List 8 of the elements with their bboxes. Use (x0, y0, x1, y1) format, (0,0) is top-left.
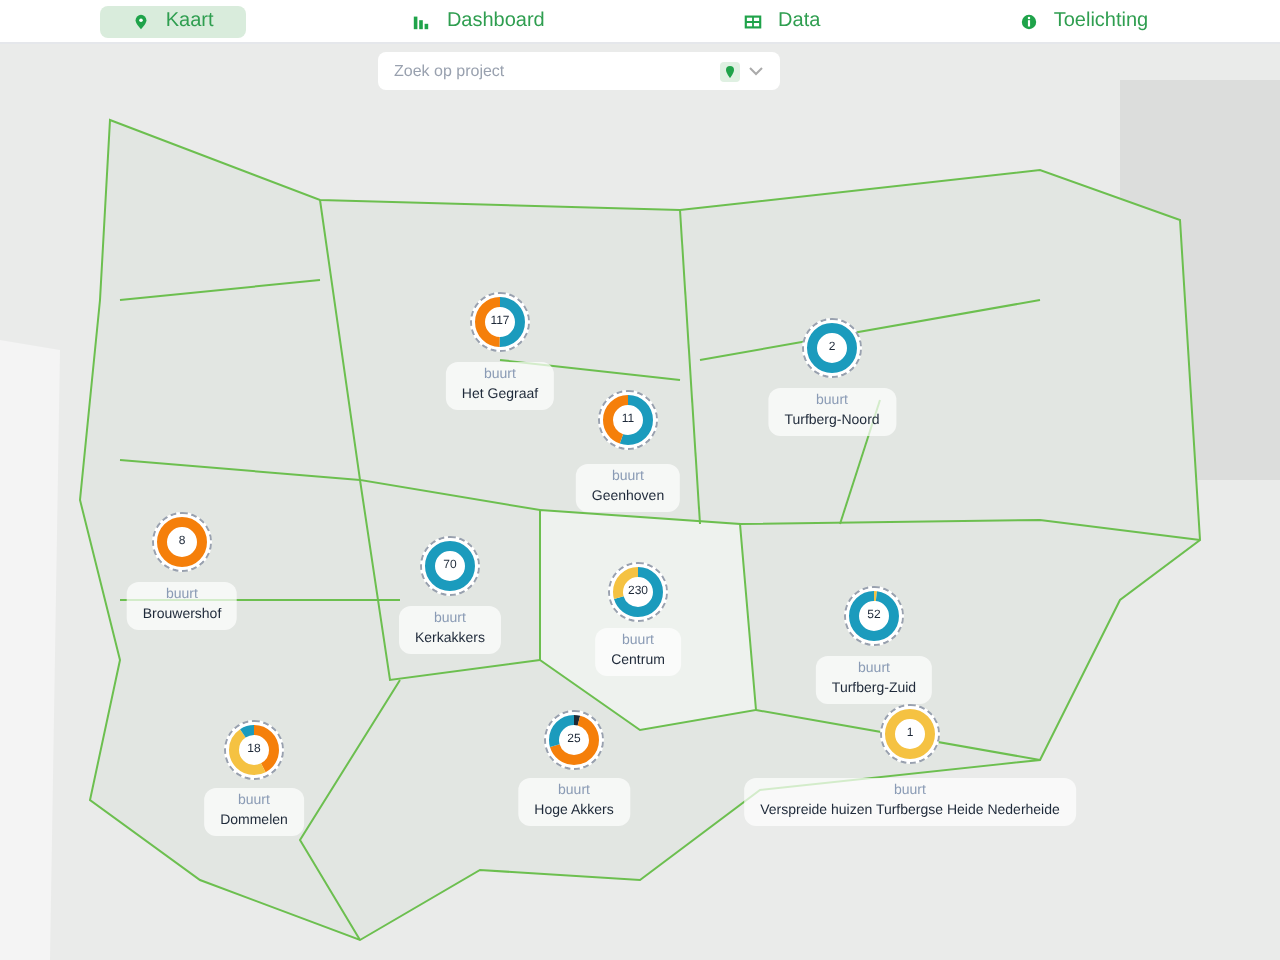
chevron-down-icon[interactable] (748, 66, 764, 76)
info-icon (1019, 11, 1038, 31)
table-icon (744, 11, 763, 31)
bar-chart-icon (412, 11, 431, 31)
search-field[interactable]: Zoek op project (378, 52, 780, 90)
pin-icon (720, 61, 740, 81)
pin-icon (131, 11, 150, 31)
search-input[interactable]: Zoek op project (394, 59, 712, 83)
